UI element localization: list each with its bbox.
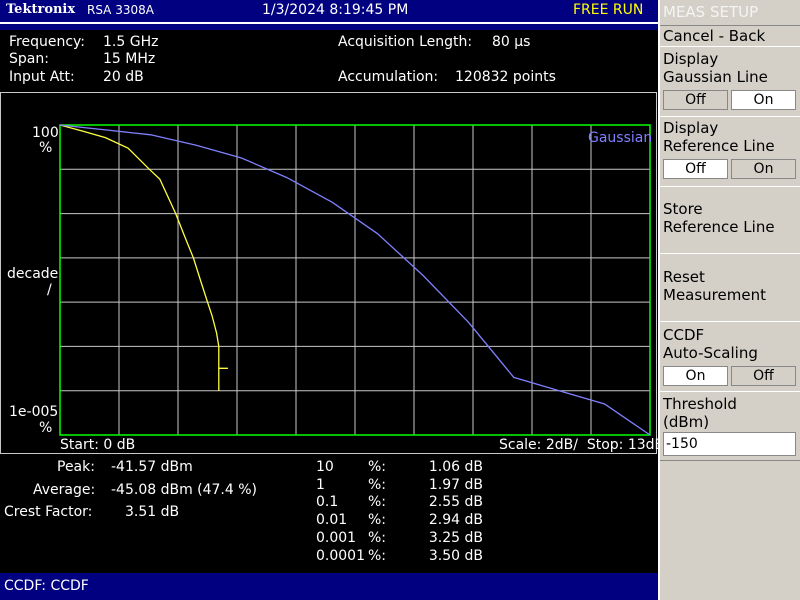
store-reference-label-1: Store [663,200,703,218]
accumulation-label: Accumulation: [338,69,439,85]
autoscale-label-2: Auto-Scaling [663,344,758,362]
ccdf-row-percent: 0.0001 [316,547,365,564]
scale-stop-label: Scale: 2dB/ Stop: 13dB [499,437,665,453]
ccdf-auto-scaling-button[interactable]: CCDF Auto-Scaling On Off [660,322,800,390]
y-mid-label: decade [7,266,59,282]
status-bar: CCDF: CCDF [0,573,658,600]
ccdf-row-percent: 1 [316,476,325,493]
gaussian-on-toggle[interactable]: On [731,90,796,110]
title-bar-lower [0,24,658,30]
peak-label: Peak: [57,459,95,475]
plot-grid [59,124,651,436]
ccdf-row-unit: %: [368,476,387,493]
ccdf-row-unit: %: [368,529,387,546]
autoscale-label-1: CCDF [663,326,705,344]
crest-factor-label: Crest Factor: [4,504,93,520]
ccdf-row-db: 1.06 dB [428,459,483,475]
input-att-value: 20 dB [103,69,144,85]
menu-title: MEAS SETUP [663,3,759,21]
y-bottom-label: 1e-005 [9,404,59,420]
ccdf-row-percent: 0.1 [316,494,339,511]
peak-value: -41.57 dBm [111,459,193,475]
frequency-label: Frequency: [9,34,86,50]
reference-on-toggle[interactable]: On [731,159,796,179]
start-label: Start: 0 dB [60,437,136,453]
reference-off-toggle[interactable]: Off [663,159,728,179]
gaussian-off-toggle[interactable]: Off [663,90,728,110]
ccdf-plot [59,124,651,436]
side-menu: MEAS SETUP Cancel - Back Display Gaussia… [658,0,800,600]
ccdf-row-db: 1.97 dB [428,476,483,493]
span-label: Span: [9,51,49,67]
title-bar: Tektronix RSA 3308A 1/3/2024 8:19:45 PM … [0,0,658,22]
y-mid-unit: / [47,282,52,298]
threshold-label-1: Threshold [663,395,737,413]
ccdf-row-percent: 10 [316,459,334,475]
display-reference-label-2: Reference Line [663,137,775,155]
brand-logo: Tektronix [6,2,76,17]
display-reference-label-1: Display [663,119,719,137]
ccdf-row-db: 3.25 dB [428,529,483,546]
ccdf-row-unit: %: [368,512,387,529]
ccdf-row-percent: 0.01 [316,512,348,529]
ccdf-row-db: 2.55 dB [428,494,483,511]
accumulation-value: 120832 points [455,69,556,85]
store-reference-button[interactable]: Store Reference Line [660,187,800,252]
autoscale-on-toggle[interactable]: On [663,366,728,386]
ccdf-row-unit: %: [368,459,387,475]
run-state: FREE RUN [573,2,644,18]
ccdf-row-db: 3.50 dB [428,547,483,564]
y-bottom-unit: % [39,420,53,436]
display-reference-button[interactable]: Display Reference Line Off On [660,117,800,185]
ccdf-row-db: 2.94 dB [428,512,483,529]
frequency-value: 1.5 GHz [103,34,159,50]
y-top-label: 100 [32,125,59,141]
average-label: Average: [33,482,96,498]
reset-label-1: Reset [663,268,705,286]
instrument-model: RSA 3308A [87,3,154,17]
display-gaussian-label-1: Display [663,50,719,68]
status-text: CCDF: CCDF [4,578,89,594]
crest-factor-value: 3.51 dB [125,504,180,520]
store-reference-label-2: Reference Line [663,218,775,236]
date-time: 1/3/2024 8:19:45 PM [262,2,409,18]
ccdf-row-unit: %: [368,547,387,564]
span-value: 15 MHz [103,51,156,67]
acq-length-label: Acquisition Length: [338,34,473,50]
y-top-unit: % [39,140,53,156]
autoscale-off-toggle[interactable]: Off [731,366,796,386]
input-att-label: Input Att: [9,69,75,85]
cancel-back-label: Cancel - Back [663,27,766,45]
threshold-label-2: (dBm) [663,413,710,431]
display-gaussian-button[interactable]: Display Gaussian Line Off On [660,47,800,115]
display-gaussian-label-2: Gaussian Line [663,68,768,86]
ccdf-row-unit: %: [368,494,387,511]
threshold-input[interactable]: -150 [663,432,796,456]
cancel-back-button[interactable]: Cancel - Back [660,26,800,46]
acq-length-value: 80 µs [492,34,531,50]
reset-label-2: Measurement [663,286,766,304]
average-value: -45.08 dBm (47.4 %) [111,482,258,498]
gaussian-legend: Gaussian [588,130,653,146]
reset-measurement-button[interactable]: Reset Measurement [660,254,800,320]
ccdf-row-percent: 0.001 [316,529,357,546]
